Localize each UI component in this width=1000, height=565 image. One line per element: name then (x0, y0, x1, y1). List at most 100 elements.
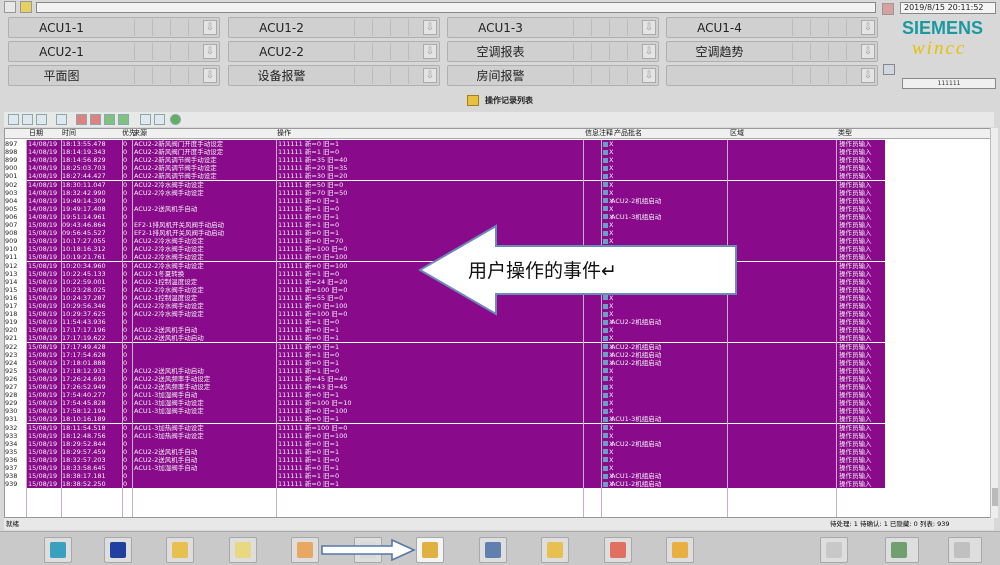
table-row[interactable]: 927 15/08/19 17:26:52.949 0 ACU2-2送风频率手动设定 11… (5, 383, 885, 391)
table-row[interactable]: 921 15/08/19 17:17:19.622 0 ACU2-2送风机手动启动 111… (5, 334, 885, 343)
table-row[interactable]: 905 14/08/19 19:49:17.408 0 ACU2-2送风机手自动 1111… (5, 204, 885, 213)
cell-o: 111111 新=1 旧=0 (278, 455, 340, 464)
cell-p: 0 (123, 350, 128, 359)
window-icon[interactable] (4, 1, 16, 13)
table-row[interactable]: 932 15/08/19 18:11:54.518 0 ACU1-3加热阀手动设定 111… (5, 423, 885, 432)
table-row[interactable]: 903 14/08/19 18:32:42.990 0 ACU2-2冷水阀手动设定 111… (5, 188, 885, 197)
keyboard-icon[interactable] (883, 64, 895, 75)
cell-d: 14/08/19 (28, 188, 58, 197)
col-source[interactable]: 来源 (133, 129, 147, 138)
table-row[interactable]: 930 15/08/19 17:58:12.194 0 ACU1-3加湿阀手动设定 111… (5, 407, 885, 416)
nav-button[interactable]: ACU1-4 ⇩ (666, 17, 878, 38)
table-row[interactable]: 922 15/08/19 17:17:49.428 0 111111 新=0 旧=1 AC… (5, 342, 885, 351)
download-button[interactable] (820, 537, 848, 563)
table-row[interactable]: 937 15/08/19 18:33:58.645 0 ACU1-3加湿阀手自动 1111… (5, 464, 885, 472)
filter-icon[interactable] (154, 114, 165, 125)
print-icon[interactable] (56, 114, 67, 125)
col-time[interactable]: 时间 (62, 129, 76, 138)
next-page-icon[interactable] (104, 114, 115, 125)
refresh-icon[interactable] (170, 114, 181, 125)
sort-icon[interactable] (36, 114, 47, 125)
cell-s: ACU2-2冷水阀手动设定 (134, 261, 204, 270)
info-mark: X (609, 318, 614, 327)
table-row[interactable]: 938 15/08/19 18:38:17.181 0 111111 新=1 旧=0 AC… (5, 472, 885, 481)
scroll-thumb[interactable] (992, 488, 998, 506)
nav-button[interactable]: ⇩ (666, 65, 878, 86)
table-row[interactable]: 928 15/08/19 17:54:40.277 0 ACU1-3加湿阀手自动 1111… (5, 391, 885, 400)
back-button[interactable] (44, 537, 72, 563)
nav-button[interactable]: 设备报警 ⇩ (228, 65, 440, 86)
table-row[interactable]: 924 15/08/19 17:18:01.888 0 111111 新=0 旧=1 AC… (5, 358, 885, 367)
table-row[interactable]: 925 15/08/19 17:18:12.933 0 ACU2-2送风机手动启动 111… (5, 366, 885, 375)
nav-button[interactable]: 平面图 ⇩ (8, 65, 220, 86)
table-row[interactable]: 899 14/08/19 18:14:56.829 0 ACU2-2新风调节阀手动设定 1… (5, 156, 885, 165)
report-button[interactable] (104, 537, 132, 563)
siemens-logo: SIEMENS (902, 18, 984, 38)
alarm-list-icon (235, 542, 251, 558)
table-row[interactable]: 902 14/08/19 18:30:11.047 0 ACU2-2冷水阀手动设定 111… (5, 180, 885, 189)
table-row[interactable]: 920 15/08/19 17:17:17.196 0 ACU2-2送风机手自动 1111… (5, 326, 885, 335)
alarm-list-button[interactable] (229, 537, 257, 563)
nav-button[interactable]: ACU2-2 ⇩ (228, 41, 440, 62)
cell-d: 15/08/19 (28, 472, 58, 481)
nav-button[interactable]: 空调报表 ⇩ (447, 41, 659, 62)
col-operation[interactable]: 操作 (277, 129, 291, 138)
info-comment-icon (603, 368, 608, 374)
col-type[interactable]: 类型 (838, 129, 852, 138)
copy-icon[interactable] (140, 114, 151, 125)
operation-log-button[interactable] (416, 537, 444, 563)
sound-button[interactable] (885, 537, 919, 563)
vertical-scrollbar[interactable] (990, 128, 998, 518)
table-row[interactable]: 935 15/08/19 18:29:57.459 0 ACU2-2送风机手自动 1111… (5, 447, 885, 456)
cell-t: 17:26:24.693 (62, 374, 106, 383)
message-list-button[interactable] (166, 537, 194, 563)
new-icon[interactable] (8, 114, 19, 125)
table-row[interactable]: 904 14/08/19 19:49:14.309 0 111111 新=0 旧=1 AC… (5, 196, 885, 205)
table-row[interactable]: 900 14/08/19 18:25:03.703 0 ACU2-2新风调节阀手动设定 1… (5, 164, 885, 173)
list-icon[interactable] (22, 114, 33, 125)
copy-button[interactable] (541, 537, 569, 563)
col-date[interactable]: 日期 (29, 129, 43, 138)
table-row[interactable]: 897 14/08/19 18:13:55.478 0 ACU2-2新风阀门开度手动设定… (5, 140, 885, 148)
table-row[interactable]: 933 15/08/19 18:12:48.756 0 ACU1-3加热阀手动设定 111… (5, 431, 885, 440)
acknowledge-button[interactable] (948, 537, 982, 563)
nav-button[interactable]: 房间报警 ⇩ (447, 65, 659, 86)
nav-button[interactable]: ACU1-3 ⇩ (447, 17, 659, 38)
database-button[interactable] (479, 537, 507, 563)
col-batch[interactable]: 产品批名 (614, 129, 642, 138)
first-page-icon[interactable] (76, 114, 87, 125)
last-page-icon[interactable] (118, 114, 129, 125)
delete-button[interactable] (604, 537, 632, 563)
nav-button[interactable]: ACU2-1 ⇩ (8, 41, 220, 62)
history-list-button[interactable] (291, 537, 319, 563)
cell-o: 111111 新=100 旧=0 (278, 423, 348, 432)
cell-t: 17:54:45.828 (62, 399, 106, 408)
table-row[interactable]: 923 15/08/19 17:17:54.628 0 111111 新=1 旧=0 AC… (5, 350, 885, 359)
table-row[interactable]: 906 14/08/19 19:51:14.961 0 111111 新=0 旧=1 AC… (5, 212, 885, 221)
table-row[interactable]: 934 15/08/19 18:29:52.844 0 111111 新=0 旧=1 AC… (5, 439, 885, 448)
cell-t: 17:18:01.888 (62, 358, 106, 367)
info-comment-icon (603, 319, 608, 325)
col-info[interactable]: 信息注释 (585, 129, 613, 138)
datetime-display: 2019/8/15 20:11:52 (900, 2, 996, 14)
cell-s: ACU2-2送风机手自动 (134, 447, 198, 456)
nav-button[interactable]: ACU1-2 ⇩ (228, 17, 440, 38)
nav-button[interactable]: 空调趋势 ⇩ (666, 41, 878, 62)
cell-o: 111111 新=100 旧=10 (278, 399, 352, 408)
table-row[interactable]: 939 15/08/19 18:38:52.250 0 111111 新=0 旧=1 AC… (5, 480, 885, 489)
table-row[interactable]: 901 14/08/19 18:27:44.427 0 ACU2-2新风调节阀手动设定 1… (5, 172, 885, 181)
nav-button[interactable]: ACU1-1 ⇩ (8, 17, 220, 38)
table-row[interactable]: 926 15/08/19 17:26:24.693 0 ACU2-2送风频率手动设定 11… (5, 374, 885, 383)
prev-page-icon[interactable] (90, 114, 101, 125)
edit-icon[interactable] (20, 1, 32, 13)
alarm-toolbar (4, 112, 994, 127)
cell-o: 111111 新=0 旧=1 (278, 415, 340, 424)
cell-type: 操作员输入 (839, 188, 872, 197)
folder-button[interactable] (666, 537, 694, 563)
table-row[interactable]: 936 15/08/19 18:32:57.203 0 ACU2-2送风机手自动 1111… (5, 455, 885, 464)
col-area[interactable]: 区域 (730, 129, 744, 138)
table-row[interactable]: 929 15/08/19 17:54:45.828 0 ACU1-3加湿阀手动设定 111… (5, 399, 885, 408)
table-row[interactable]: 931 15/08/19 18:10:16.189 0 111111 新=0 旧=1 AC… (5, 415, 885, 424)
table-row[interactable]: 898 14/08/19 18:14:19.343 0 ACU2-2新风阀门开度手动设定… (5, 148, 885, 157)
table-row[interactable]: 919 15/08/19 11:54:43.936 0 111111 新=1 旧=0 AC… (5, 318, 885, 327)
